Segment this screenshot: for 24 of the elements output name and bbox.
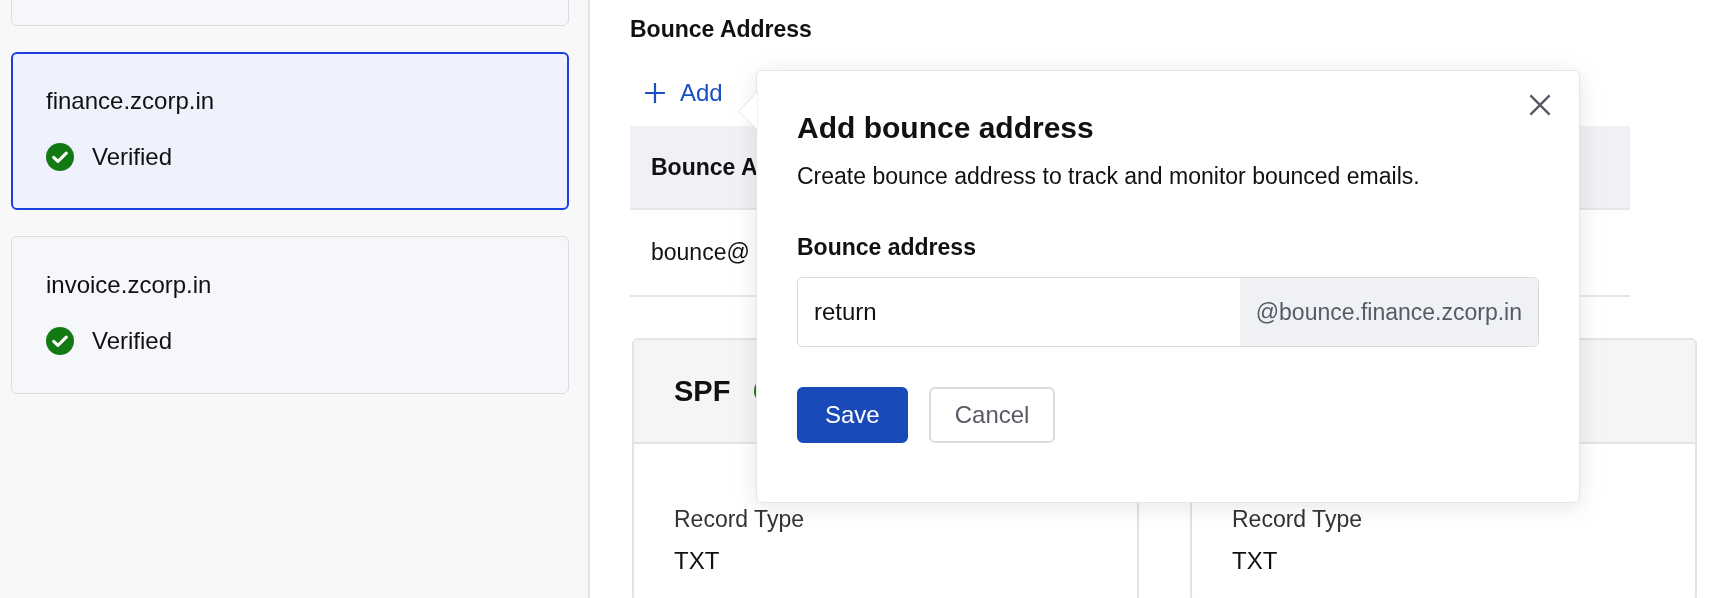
field-value: TXT: [674, 547, 721, 575]
record-title: SPF: [674, 374, 731, 408]
status-text: Verified: [92, 327, 173, 355]
cancel-button[interactable]: Cancel: [928, 387, 1056, 443]
plus-icon: [644, 82, 666, 104]
domain-suffix: @bounce.finance.zcorp.in: [1239, 278, 1538, 346]
add-link[interactable]: Add: [644, 79, 723, 107]
save-button[interactable]: Save: [797, 387, 908, 443]
section-title: Bounce Address: [630, 16, 813, 43]
column-header: Bounce A: [651, 153, 758, 181]
dialog-description: Create bounce address to track and monitor bounced emails.: [797, 163, 1421, 190]
close-icon[interactable]: [1528, 93, 1552, 117]
field-label: Record Type: [674, 506, 805, 533]
field-label: Bounce address: [797, 234, 977, 261]
table-cell: bounce@: [651, 239, 750, 266]
field-value: TXT: [1232, 547, 1279, 575]
domain-card[interactable]: finance.zcorp.in Verified: [11, 52, 569, 210]
bounce-address-field[interactable]: return @bounce.finance.zcorp.in: [797, 277, 1539, 347]
field-label: Record Type: [1232, 506, 1363, 533]
domain-card[interactable]: invoice.zcorp.in Verified: [11, 236, 569, 394]
status-text: Verified: [92, 143, 173, 171]
domain-name: finance.zcorp.in: [46, 87, 216, 115]
dialog-title: Add bounce address: [797, 111, 1095, 145]
domain-name: invoice.zcorp.in: [46, 271, 213, 299]
